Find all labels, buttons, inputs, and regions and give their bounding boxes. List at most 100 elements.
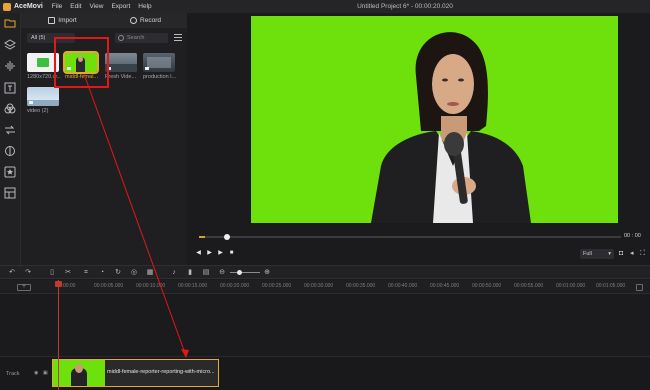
- menu-help[interactable]: Help: [138, 3, 151, 10]
- marker-icon[interactable]: ▮: [186, 269, 194, 277]
- audio-wave-icon[interactable]: [4, 60, 16, 72]
- transition-icon[interactable]: [4, 124, 16, 136]
- record-voice-icon[interactable]: ♪: [170, 269, 178, 277]
- tick-label: 00:00:25.000: [262, 283, 292, 289]
- import-icon: [48, 17, 56, 24]
- timeline-tracks: Track ◉ ▣ middl-female-reporter-reportin…: [0, 295, 650, 390]
- media-item-label: video (2): [27, 108, 49, 114]
- clip-thumbnail: [53, 360, 105, 386]
- record-button[interactable]: Record: [104, 13, 187, 28]
- timeline-playhead[interactable]: [58, 280, 59, 390]
- tick-label: 00:00:45.000: [430, 283, 460, 289]
- window-title: Untitled Project 6* - 00:00:20.020: [357, 3, 453, 10]
- preview-panel: 00 : 00 ◀ ▶ ▶ ■ Full ▾ ◘ ◂ ⛶: [187, 13, 650, 265]
- left-toolbar: [0, 13, 21, 265]
- media-item[interactable]: video (2): [27, 87, 61, 117]
- preview-scrubber[interactable]: [199, 234, 621, 240]
- record-label: Record: [140, 17, 161, 24]
- visibility-icon[interactable]: ◉: [34, 371, 39, 376]
- lock-icon[interactable]: ▣: [43, 371, 48, 376]
- undo-icon[interactable]: ↶: [8, 269, 16, 277]
- menu-file[interactable]: File: [52, 3, 62, 10]
- app-logo: AceMovi: [3, 2, 52, 11]
- next-frame-icon[interactable]: ▶: [217, 250, 224, 257]
- zoom-value: Full: [583, 251, 592, 257]
- media-item[interactable]: Fresh Vide...: [105, 53, 139, 83]
- acemovi-logo-icon: [3, 2, 11, 11]
- import-button[interactable]: Import: [21, 13, 104, 28]
- sticker-icon[interactable]: [4, 166, 16, 178]
- fullscreen-icon[interactable]: ⛶: [640, 250, 648, 258]
- menu-export[interactable]: Export: [111, 3, 130, 10]
- folder-icon[interactable]: [4, 17, 16, 29]
- menu-view[interactable]: View: [89, 3, 103, 10]
- search-icon: [118, 35, 124, 41]
- media-thumbnail: [105, 53, 137, 72]
- volume-icon[interactable]: ◂: [630, 250, 638, 258]
- crop-icon[interactable]: ⌗: [82, 269, 90, 277]
- text-icon[interactable]: [4, 82, 16, 94]
- preview-timecode: 00 : 00: [624, 233, 641, 239]
- snapshot-icon[interactable]: ◘: [619, 250, 627, 258]
- media-thumbnail: [143, 53, 175, 72]
- mosaic-icon[interactable]: ▦: [146, 269, 154, 277]
- media-item[interactable]: production l...: [143, 53, 177, 83]
- layers-icon[interactable]: [4, 39, 16, 51]
- timeline-ruler[interactable]: + 00:00:00 00:00:05.000 00:00:10.000 00:…: [0, 280, 650, 294]
- clip-label: middl-female-reporter-reporting-with-mic…: [107, 369, 215, 375]
- tick-label: 00:00:10.000: [136, 283, 166, 289]
- filter-icon[interactable]: [4, 145, 16, 157]
- tick-label: 00:00:35.000: [346, 283, 376, 289]
- playhead-handle[interactable]: [55, 281, 62, 287]
- transport-controls: ◀ ▶ ▶ ■: [195, 250, 239, 257]
- timeline-settings-icon[interactable]: [636, 284, 643, 291]
- split-icon[interactable]: ✂: [64, 269, 72, 277]
- tick-label: 00:00:05.000: [94, 283, 124, 289]
- zoom-in-icon[interactable]: ⊕: [263, 269, 271, 277]
- timeline-zoom-slider[interactable]: [230, 270, 260, 275]
- rotate-icon[interactable]: ↻: [114, 269, 122, 277]
- redo-icon[interactable]: ↷: [24, 269, 32, 277]
- video-preview: [251, 16, 618, 223]
- media-thumbnail: [27, 87, 59, 106]
- freeze-icon[interactable]: ◎: [130, 269, 138, 277]
- template-icon[interactable]: [4, 187, 16, 199]
- reporter-video-frame: [371, 32, 531, 223]
- tick-label: 00:00:50.000: [472, 283, 502, 289]
- zoom-slider-handle[interactable]: [237, 270, 242, 275]
- tick-label: 00:01:05.000: [596, 283, 626, 289]
- app-name: AceMovi: [14, 3, 43, 10]
- tick-label: 00:00:55.000: [514, 283, 544, 289]
- timeline-toolbar: ↶ ↷ ▯ ✂ ⌗ ◔ ↻ ◎ ▦ ♪ ▮ ▤ ⊖ ⊕: [0, 265, 650, 279]
- scrubber-handle[interactable]: [224, 234, 230, 240]
- tick-label: 00:00:30.000: [304, 283, 334, 289]
- export-frame-icon[interactable]: ▤: [202, 269, 210, 277]
- zoom-out-icon[interactable]: ⊖: [218, 269, 226, 277]
- tick-label: 00:00:20.000: [220, 283, 250, 289]
- add-track-button[interactable]: +: [17, 284, 31, 291]
- tick-label: 00:00:15.000: [178, 283, 208, 289]
- media-item-label: production l...: [143, 74, 177, 80]
- media-search-input[interactable]: Search: [115, 33, 168, 43]
- stop-icon[interactable]: ■: [228, 250, 235, 257]
- video-icon: [29, 101, 33, 104]
- track-label: Track: [6, 371, 20, 377]
- chevron-down-icon: ▾: [608, 251, 611, 257]
- record-icon: [130, 17, 138, 24]
- delete-icon[interactable]: ▯: [48, 269, 56, 277]
- search-placeholder: Search: [127, 35, 145, 41]
- speed-icon[interactable]: ◔: [98, 269, 106, 277]
- tick-label: 00:00:40.000: [388, 283, 418, 289]
- timeline-clip[interactable]: middl-female-reporter-reporting-with-mic…: [52, 359, 219, 387]
- menu-edit[interactable]: Edit: [70, 3, 81, 10]
- preview-zoom-select[interactable]: Full ▾: [580, 249, 614, 259]
- tick-label: 00:01:00.000: [556, 283, 586, 289]
- video-icon: [145, 67, 149, 70]
- import-label: Import: [58, 17, 77, 24]
- list-view-icon[interactable]: [174, 34, 182, 42]
- scrubber-progress: [199, 236, 205, 238]
- previous-frame-icon[interactable]: ◀: [195, 250, 202, 257]
- play-icon[interactable]: ▶: [206, 250, 213, 257]
- effects-icon[interactable]: [4, 103, 16, 115]
- title-bar: AceMovi File Edit View Export Help Untit…: [0, 0, 650, 13]
